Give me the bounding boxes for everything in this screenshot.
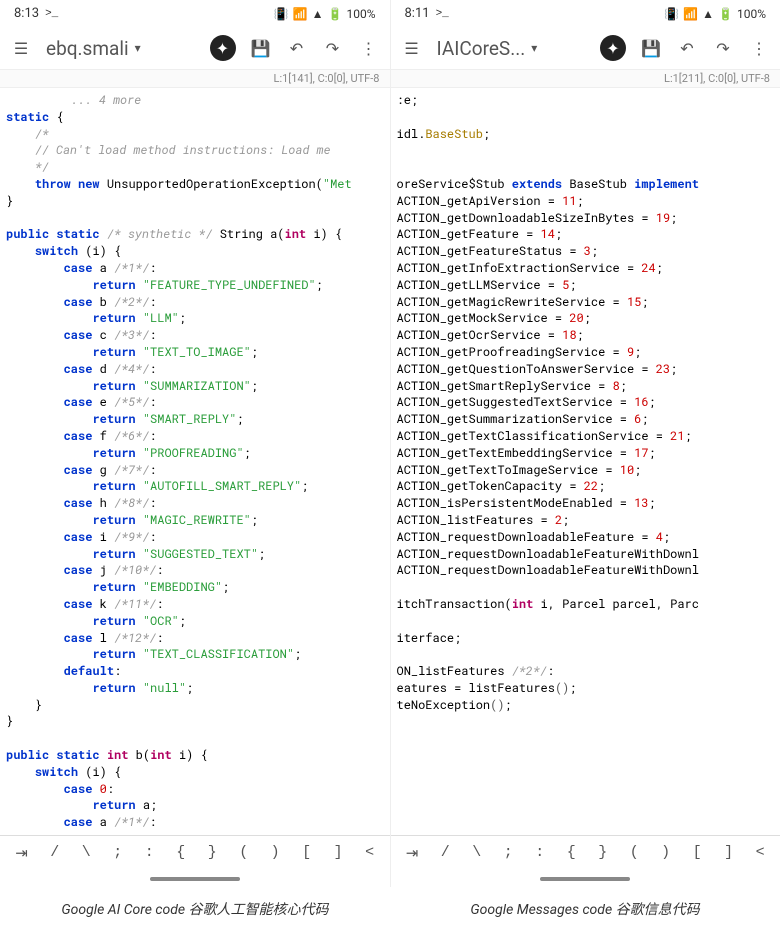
toolbar: ☰ IAICoreS... ▾ ✦ 💾 ↶ ↷ ⋮	[391, 27, 780, 70]
nav-handle[interactable]	[150, 877, 240, 881]
symbol-key[interactable]: \	[472, 844, 481, 863]
symbol-key[interactable]: /	[50, 844, 59, 863]
wifi-icon: 📶	[293, 7, 308, 21]
symbol-key[interactable]: {	[567, 844, 576, 863]
explore-icon[interactable]: ✦	[600, 35, 626, 61]
wifi-icon: 📶	[683, 7, 698, 21]
vibrate-icon: 📳	[664, 7, 679, 21]
vibrate-icon: 📳	[274, 7, 289, 21]
captions: Google AI Core code 谷歌人工智能核心代码 Google Me…	[0, 887, 780, 936]
redo-icon[interactable]: ↷	[322, 37, 344, 59]
right-screen: 8:11 >_ 📳 📶 ▲ 🔋 100% ☰ IAICoreS... ▾ ✦ 💾…	[391, 0, 780, 887]
caption-left: Google AI Core code 谷歌人工智能核心代码	[0, 899, 390, 919]
symbol-key[interactable]: :	[145, 844, 154, 863]
menu-icon[interactable]: ☰	[401, 37, 423, 59]
symbol-key[interactable]: }	[208, 844, 217, 863]
symbol-key[interactable]: [	[302, 844, 311, 863]
symbol-key[interactable]: {	[176, 844, 185, 863]
symbol-key[interactable]: ]	[334, 844, 343, 863]
save-icon[interactable]: 💾	[250, 37, 272, 59]
symbol-key[interactable]: [	[693, 844, 702, 863]
chevron-down-icon: ▾	[135, 41, 141, 55]
symbol-key[interactable]: <	[756, 844, 765, 863]
status-bar: 8:11 >_ 📳 📶 ▲ 🔋 100%	[391, 0, 780, 27]
symbol-key[interactable]: :	[535, 844, 544, 863]
undo-icon[interactable]: ↶	[286, 37, 308, 59]
terminal-icon: >_	[45, 8, 58, 20]
symbol-key[interactable]: ;	[113, 844, 122, 863]
file-title[interactable]: ebq.smali ▾	[46, 37, 196, 60]
cursor-info: L:1[211], C:0[0], UTF-8	[391, 70, 780, 88]
symbol-key[interactable]: ⇥	[406, 844, 419, 863]
save-icon[interactable]: 💾	[640, 37, 662, 59]
symbol-key[interactable]: (	[239, 844, 248, 863]
explore-icon[interactable]: ✦	[210, 35, 236, 61]
overflow-icon[interactable]: ⋮	[748, 37, 770, 59]
symbol-key[interactable]: ⇥	[15, 844, 28, 863]
status-time: 8:11	[405, 6, 430, 21]
left-screen: 8:13 >_ 📳 📶 ▲ 🔋 100% ☰ ebq.smali ▾ ✦ 💾 ↶…	[0, 0, 391, 887]
symbol-key[interactable]: \	[82, 844, 91, 863]
redo-icon[interactable]: ↷	[712, 37, 734, 59]
menu-icon[interactable]: ☰	[10, 37, 32, 59]
caption-right: Google Messages code 谷歌信息代码	[390, 899, 780, 919]
symbol-key[interactable]: <	[365, 844, 374, 863]
status-time: 8:13	[14, 6, 39, 21]
symbol-key[interactable]: /	[441, 844, 450, 863]
chevron-down-icon: ▾	[531, 41, 537, 55]
symbol-key[interactable]: }	[598, 844, 607, 863]
overflow-icon[interactable]: ⋮	[358, 37, 380, 59]
symbol-key[interactable]: ]	[724, 844, 733, 863]
battery-pct: 100%	[737, 7, 766, 21]
symbol-bar: ⇥ / \;: {} () [] <	[391, 835, 780, 871]
code-editor-right[interactable]: :e; idl.BaseStub; oreService$Stub extend…	[391, 88, 780, 835]
toolbar: ☰ ebq.smali ▾ ✦ 💾 ↶ ↷ ⋮	[0, 27, 390, 70]
symbol-key[interactable]: (	[630, 844, 639, 863]
cursor-info: L:1[141], C:0[0], UTF-8	[0, 70, 390, 88]
status-bar: 8:13 >_ 📳 📶 ▲ 🔋 100%	[0, 0, 390, 27]
nav-handle[interactable]	[540, 877, 630, 881]
signal-icon: ▲	[312, 7, 324, 21]
battery-icon: 🔋	[328, 7, 343, 21]
terminal-icon: >_	[436, 8, 449, 20]
file-title[interactable]: IAICoreS... ▾	[437, 37, 587, 60]
battery-icon: 🔋	[718, 7, 733, 21]
undo-icon[interactable]: ↶	[676, 37, 698, 59]
symbol-key[interactable]: )	[271, 844, 280, 863]
symbol-key[interactable]: )	[661, 844, 670, 863]
signal-icon: ▲	[702, 7, 714, 21]
code-editor-left[interactable]: ... 4 more static { /* // Can't load met…	[0, 88, 390, 835]
battery-pct: 100%	[346, 7, 375, 21]
symbol-key[interactable]: ;	[504, 844, 513, 863]
symbol-bar: ⇥ / \;: {} () [] <	[0, 835, 390, 871]
